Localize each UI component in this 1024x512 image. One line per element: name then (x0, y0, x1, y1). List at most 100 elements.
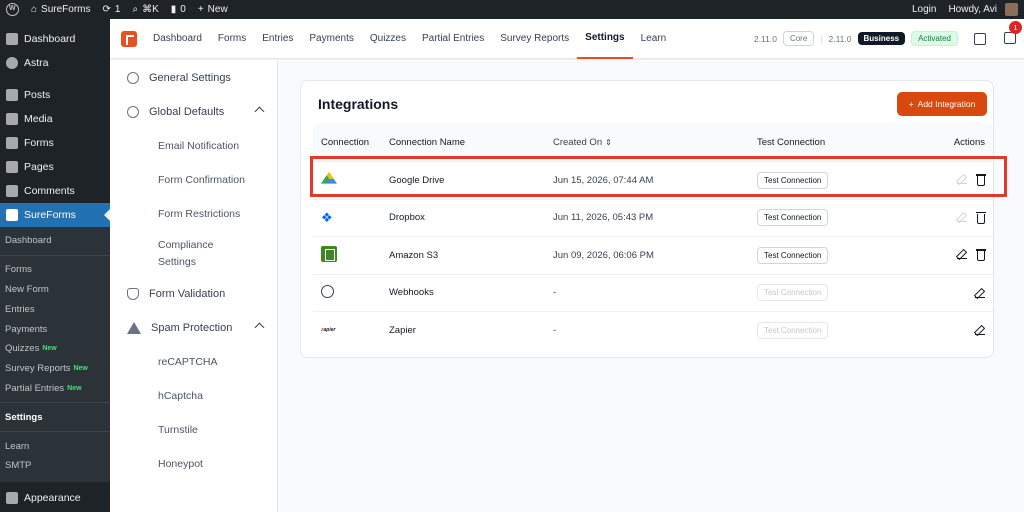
refresh-icon: ⟳ (102, 4, 111, 15)
sureforms-top-nav: Dashboard Forms Entries Payments Quizzes… (110, 19, 1024, 59)
nav-dashboard[interactable]: Dashboard (145, 19, 210, 59)
zapier-icon: zapier (321, 327, 336, 334)
activated-badge: Activated (911, 31, 958, 46)
highlight-box (310, 156, 1007, 197)
settings-global-defaults[interactable]: Global Defaults (110, 95, 277, 129)
new-content-link[interactable]: + New (192, 0, 234, 19)
settings-hcaptcha[interactable]: hCaptcha (110, 379, 277, 413)
comments-link[interactable]: ▮ 0 (165, 0, 192, 19)
forms-icon (6, 137, 18, 149)
header-connection-name: Connection Name (389, 136, 466, 148)
astra-icon (6, 57, 18, 69)
edit-icon (957, 212, 967, 222)
login-link[interactable]: Login (906, 0, 942, 19)
edit-icon[interactable] (975, 288, 985, 298)
dropbox-icon: ❖ (321, 209, 333, 225)
media-icon (6, 113, 18, 125)
created-on: - (553, 287, 557, 299)
nav-settings[interactable]: Settings (577, 19, 633, 59)
wordpress-icon (6, 3, 19, 16)
nav-payments[interactable]: Payments (301, 19, 361, 59)
submenu-quizzes[interactable]: Quizzes New (0, 339, 110, 359)
notifications-button[interactable]: 1 (1004, 20, 1022, 46)
command-palette-link[interactable]: ⌕ ⌘K (126, 0, 164, 19)
submenu-forms[interactable]: Forms (0, 260, 110, 280)
nav-entries[interactable]: Entries (254, 19, 301, 59)
globe-icon (127, 106, 139, 118)
settings-honeypot[interactable]: Honeypot (110, 447, 277, 481)
menu-sureforms[interactable]: SureForms (0, 203, 110, 227)
menu-forms[interactable]: Forms (0, 131, 110, 155)
header-connection: Connection (321, 136, 370, 148)
menu-dashboard[interactable]: Dashboard (0, 27, 110, 51)
trash-icon[interactable] (976, 211, 986, 224)
sureforms-submenu: Dashboard Forms New Form Entries Payment… (0, 227, 110, 482)
submenu-entries[interactable]: Entries (0, 299, 110, 319)
new-badge: New (67, 384, 82, 392)
settings-form-restrictions[interactable]: Form Restrictions (110, 197, 277, 231)
sort-icon: ⇕ (605, 137, 612, 147)
nav-survey-reports[interactable]: Survey Reports (492, 19, 577, 59)
connection-name: Webhooks (389, 287, 434, 299)
settings-general[interactable]: General Settings (110, 61, 277, 95)
pages-icon (6, 161, 18, 173)
created-on: Jun 11, 2026, 05:43 PM (553, 212, 654, 224)
submenu-partial-entries[interactable]: Partial Entries New (0, 379, 110, 399)
test-connection-button: Test Connection (757, 284, 829, 302)
new-badge: New (42, 345, 57, 353)
edit-icon[interactable] (975, 325, 985, 336)
admin-bar: ⌂SureForms ⟳1 ⌕⌘K ▮0 +New Login Howdy, A… (0, 0, 1024, 19)
created-on: - (553, 324, 557, 336)
submenu-payments[interactable]: Payments (0, 319, 110, 339)
connection-name: Zapier (389, 324, 416, 336)
settings-spam-protection[interactable]: Spam Protection (110, 311, 277, 345)
menu-astra[interactable]: Astra (0, 51, 110, 75)
submenu-learn[interactable]: Learn (0, 436, 110, 456)
test-connection-button: Test Connection (757, 321, 829, 339)
nav-partial-entries[interactable]: Partial Entries (414, 19, 492, 59)
submenu-new-form[interactable]: New Form (0, 280, 110, 300)
test-connection-button[interactable]: Test Connection (757, 246, 829, 264)
submenu-smtp[interactable]: SMTP (0, 456, 110, 476)
settings-form-validation[interactable]: Form Validation (110, 277, 277, 311)
amazon-s3-icon (321, 245, 337, 262)
trash-icon[interactable] (976, 249, 986, 262)
home-icon: ⌂ (31, 4, 38, 15)
settings-recaptcha[interactable]: reCAPTCHA (110, 345, 277, 379)
submenu-dashboard[interactable]: Dashboard (0, 231, 110, 251)
nav-quizzes[interactable]: Quizzes (362, 19, 414, 59)
menu-comments[interactable]: Comments (0, 179, 110, 203)
menu-pages[interactable]: Pages (0, 155, 110, 179)
settings-form-confirmation[interactable]: Form Confirmation (110, 163, 277, 197)
header-created-on[interactable]: Created On ⇕ (553, 137, 757, 148)
nav-learn[interactable]: Learn (633, 19, 675, 59)
nav-forms[interactable]: Forms (210, 19, 254, 59)
header-test-connection: Test Connection (757, 136, 826, 148)
menu-media[interactable]: Media (0, 107, 110, 131)
updates-link[interactable]: ⟳ 1 (97, 0, 127, 19)
submenu-settings[interactable]: Settings (0, 407, 110, 427)
add-integration-button[interactable]: + Add Integration (897, 92, 987, 116)
edit-icon[interactable] (957, 249, 967, 260)
submenu-survey-reports[interactable]: Survey Reports New (0, 359, 110, 379)
settings-turnstile[interactable]: Turnstile (110, 413, 277, 447)
settings-compliance[interactable]: Compliance Settings (110, 231, 277, 277)
settings-sidebar: General Settings Global Defaults Email N… (110, 60, 278, 512)
menu-appearance[interactable]: Appearance (0, 486, 110, 510)
core-version: 2.11.0 (753, 33, 777, 44)
test-connection-button[interactable]: Test Connection (757, 209, 829, 227)
site-name-link[interactable]: ⌂ SureForms (25, 0, 97, 19)
sureforms-logo-icon[interactable] (121, 30, 137, 47)
business-badge: Business (857, 32, 906, 45)
wordpress-logo[interactable] (0, 0, 25, 19)
book-icon[interactable] (974, 32, 986, 45)
menu-posts[interactable]: Posts (0, 83, 110, 107)
settings-email-notification[interactable]: Email Notification (110, 129, 277, 163)
comment-icon: ▮ (170, 4, 177, 15)
pin-icon (6, 89, 18, 101)
header-actions: Actions (953, 136, 985, 148)
sureforms-icon (6, 209, 18, 221)
search-icon: ⌕ (132, 4, 139, 15)
account-menu[interactable]: Howdy, Avi (942, 0, 1024, 19)
submenu-divider (0, 431, 110, 433)
